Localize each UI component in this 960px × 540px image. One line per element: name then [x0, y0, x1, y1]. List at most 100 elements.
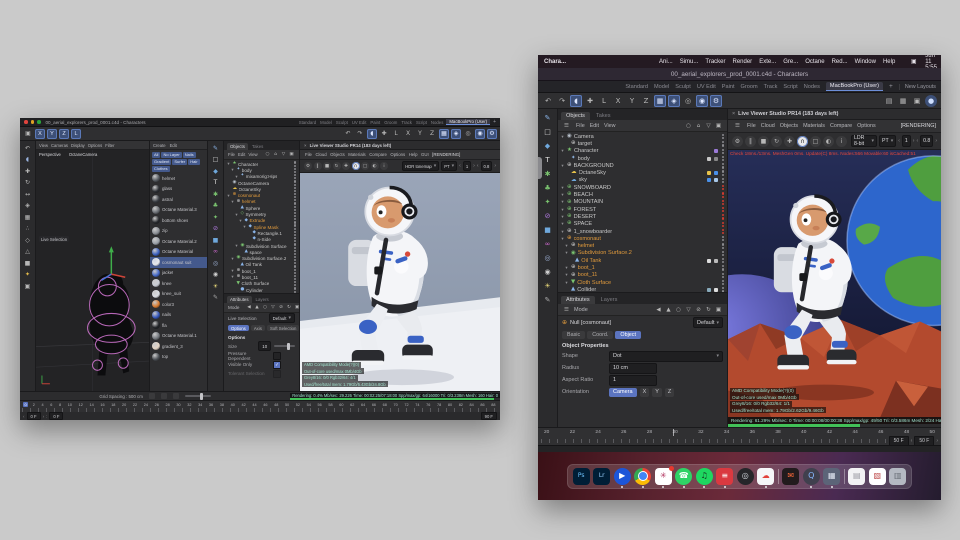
back-icon[interactable]: ◀ [654, 305, 663, 314]
panel-resize-grip[interactable] [538, 157, 542, 179]
layout-tab[interactable]: UV Edit [697, 84, 716, 90]
render-view-left[interactable]: AMD Compatibility Mode(?)(0) Out-of-core … [300, 173, 500, 391]
goto-frame-field[interactable]: 0 F [49, 411, 64, 420]
light-icon[interactable]: ☀ [211, 281, 221, 291]
picture-viewer-icon[interactable]: ◉ [475, 128, 485, 139]
subtab-object[interactable]: Object [615, 331, 641, 339]
layout-tab[interactable]: Nodes [804, 84, 820, 90]
viewer-menu-item[interactable]: Help [409, 152, 418, 157]
object-tag-icon[interactable] [706, 178, 711, 183]
layout-tab[interactable]: Paint [370, 120, 380, 125]
material-item[interactable]: Octane Material.1 [150, 331, 207, 342]
visibility-dots[interactable] [293, 167, 296, 174]
visibility-dots[interactable] [293, 249, 296, 255]
visibility-dots[interactable] [293, 174, 296, 180]
lock-icon[interactable]: ⊘ [694, 305, 703, 314]
visibility-dots[interactable] [293, 274, 296, 281]
mograph-icon[interactable]: ∞ [211, 247, 221, 257]
viewer-settings-icon[interactable]: ⚙ [304, 162, 312, 170]
workplane-lock-icon[interactable]: L [391, 129, 401, 139]
display-mode-icon[interactable] [160, 393, 167, 399]
objects-menu-item[interactable]: Edit [238, 152, 245, 157]
axis-button[interactable]: X [35, 128, 45, 139]
whatsapp-dock-icon[interactable]: ☎ [675, 467, 693, 488]
cube-icon[interactable]: □ [542, 126, 554, 138]
search-icon[interactable]: ○ [264, 151, 271, 158]
live-selection-icon[interactable]: ◖ [23, 155, 33, 165]
x-axis-lock-icon[interactable]: X [612, 95, 624, 107]
subtab-soft-selection[interactable]: Soft Selection [266, 325, 300, 331]
visibility-dots[interactable] [293, 211, 296, 218]
text-icon[interactable]: T [211, 178, 221, 188]
magnet-snap-icon[interactable]: ◈ [668, 94, 680, 107]
close-icon[interactable]: × [732, 111, 735, 117]
camera-lock-icon[interactable]: ∩ [797, 135, 808, 147]
filter-icon[interactable]: ▽ [704, 121, 713, 130]
camera-name-label[interactable]: OctaneCamera [69, 152, 97, 157]
account-icon[interactable]: ● [925, 94, 937, 107]
layout-tab[interactable]: Model [654, 84, 669, 90]
object-row[interactable]: ▾ ▼ Cloth Surface [558, 279, 727, 286]
visibility-dots[interactable] [293, 199, 296, 205]
redo-icon[interactable]: ↷ [556, 95, 568, 107]
visibility-dots[interactable] [721, 214, 724, 220]
render-view-icon[interactable]: ◎ [682, 95, 694, 107]
visibility-dots[interactable] [721, 228, 724, 235]
tonemap-dropdown[interactable]: HDR tonemap ▾ [402, 161, 440, 171]
material-menu-item[interactable]: Edit [170, 143, 177, 148]
object-row[interactable]: ▾ ⊕ FOREST [558, 206, 727, 213]
viewer-settings-icon[interactable]: ⚙ [732, 135, 743, 147]
focus-pick-icon[interactable]: ✚ [784, 135, 795, 147]
mograph-icon[interactable]: ∞ [542, 238, 554, 250]
material-item[interactable]: cosmonaut suit [150, 257, 207, 268]
stop-icon[interactable]: ■ [323, 162, 331, 170]
grid-icon[interactable]: ▦ [23, 212, 33, 222]
object-row[interactable]: ▾ ⊕ SPACE [558, 221, 727, 228]
object-tag-icon[interactable] [713, 178, 718, 183]
object-tag-icon[interactable] [713, 156, 718, 161]
object-row[interactable]: ▾ ⊕ BEACH [558, 191, 727, 198]
move-icon[interactable]: ✚ [23, 166, 33, 176]
object-row[interactable]: ✦ body [558, 155, 727, 162]
day-night-icon[interactable]: ◐ [823, 135, 834, 147]
object-row[interactable]: ▾ ⊕ DESERT [558, 213, 727, 220]
new-layouts-button[interactable]: New Layouts [898, 83, 936, 90]
object-tag-icon[interactable] [706, 156, 711, 161]
layout-tab[interactable]: Groom [741, 84, 758, 90]
layout-tab[interactable]: Standard [625, 84, 648, 90]
spotify-dock-icon[interactable]: ♫ [695, 467, 713, 488]
material-item[interactable]: nails [150, 310, 207, 321]
layer-chip[interactable]: Clothes [152, 165, 170, 172]
stop-icon[interactable]: ■ [758, 135, 769, 147]
restart-icon[interactable]: ↻ [332, 162, 341, 170]
quicktime-dock-icon[interactable]: Q [802, 467, 820, 488]
gamma-field[interactable]: 0.8 [920, 135, 934, 147]
viewer-menu-item[interactable]: Objects [330, 152, 345, 157]
panel-icon[interactable]: ▣ [714, 121, 723, 130]
generators-icon[interactable]: ✱ [542, 168, 554, 180]
layout-tab[interactable]: Nodes [431, 120, 443, 125]
material-item[interactable]: color3 [150, 299, 207, 310]
visibility-dots[interactable] [293, 237, 296, 243]
material-item[interactable]: Octane Material.2 [150, 236, 207, 247]
grid-snap-icon[interactable]: ▦ [439, 128, 449, 139]
object-tag-icon[interactable] [706, 258, 711, 263]
object-row[interactable]: ☁ sky [558, 177, 727, 184]
search-icon[interactable]: ○ [262, 304, 269, 311]
platonic-icon[interactable]: ◆ [211, 166, 221, 176]
orientation-value[interactable]: Camera [609, 387, 637, 397]
pause-icon[interactable]: ‖ [745, 135, 756, 147]
orientation-z[interactable]: Z [664, 387, 675, 397]
object-row[interactable]: ⊕ target [558, 140, 727, 147]
render-view-icon[interactable]: ◎ [463, 129, 473, 139]
visibility-dots[interactable] [721, 206, 724, 213]
material-menu-item[interactable]: Create [153, 143, 166, 148]
filter-icon[interactable]: ▽ [684, 305, 693, 314]
viewer-menu-item[interactable]: Materials [803, 123, 825, 129]
menubar-item[interactable]: Render [733, 59, 753, 65]
visibility-dots[interactable] [721, 258, 724, 264]
minimize-window-icon[interactable] [30, 120, 34, 124]
axis-button[interactable]: L [71, 128, 81, 139]
viewer-menu-item[interactable]: Materials [348, 152, 365, 157]
object-row[interactable]: ▾ ⊕ cosmonaut [558, 235, 727, 242]
